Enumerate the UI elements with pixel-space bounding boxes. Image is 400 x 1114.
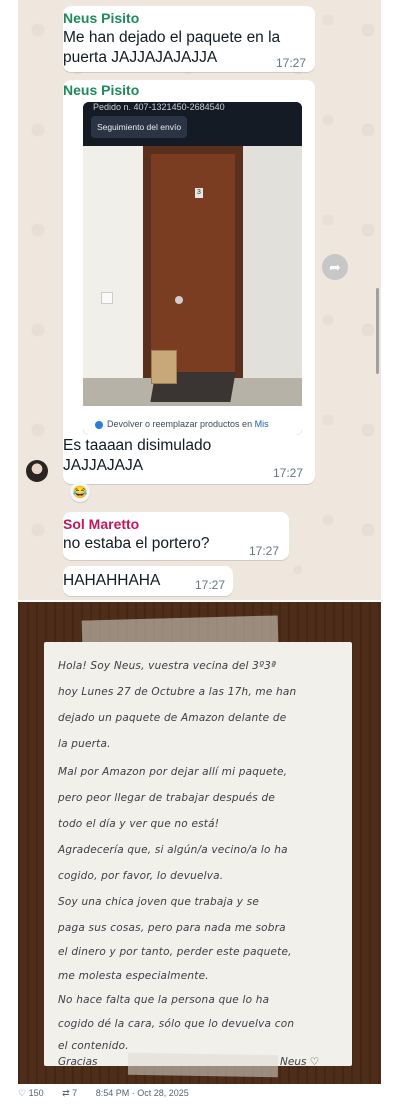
message-text: no estaba el portero? [63, 535, 210, 552]
sender-name: Sol Maretto [63, 516, 140, 532]
note-line: No hace falta que la persona que lo ha [58, 994, 270, 1006]
info-icon [95, 421, 103, 429]
scrollbar[interactable] [376, 288, 379, 374]
shared-photo[interactable]: Pedido n. 407-1321450-2684540 Seguimient… [83, 102, 302, 435]
message-line: Es taaaan disimulado [63, 437, 212, 454]
wall [241, 146, 302, 406]
message-bubble: HAHAHHAHA 17:27 [63, 566, 233, 596]
footer-link: Mis [254, 419, 269, 429]
wall [83, 146, 145, 406]
tweet-timestamp: 8:54 PM · Oct 28, 2025 [95, 1088, 189, 1098]
laughing-emoji-reaction[interactable]: 😂 [70, 482, 90, 502]
door [151, 154, 235, 376]
tweet-footer: ♡ 150 ⇄ 7 8:54 PM · Oct 28, 2025 [18, 1088, 381, 1106]
sender-name: Neus Pisito [63, 82, 140, 98]
chat-screenshot: Neus Pisito Me han dejado el paquete en … [18, 0, 381, 600]
repost-count-value: 7 [72, 1088, 78, 1098]
message-time: 17:27 [195, 578, 226, 592]
note-signature: Neus ♡ [280, 1056, 320, 1068]
door-number: 3 [195, 188, 203, 198]
door-knob [175, 296, 183, 304]
avatar[interactable] [26, 460, 48, 482]
message-bubble: Sol Maretto no estaba el portero? 17:27 [63, 512, 289, 560]
note-line: todo el día y ver que no está! [58, 818, 220, 830]
message-time: 17:27 [276, 56, 307, 70]
note-line: paga sus cosas, pero para nada me sobra [58, 922, 286, 934]
handwritten-note: Hola! Soy Neus, vuestra vecina del 3º3ª … [44, 642, 352, 1068]
message-line: Me han dejado el paquete en la [63, 29, 281, 46]
note-line: Agradecería que, si algún/a vecino/a lo … [58, 844, 288, 856]
track-shipment-button: Seguimiento del envío [91, 116, 187, 138]
note-line: el dinero y por tanto, perder este paque… [58, 946, 292, 958]
message-time: 17:27 [273, 466, 304, 480]
message-text: Es taaaan disimulado JAJJAJAJA [63, 436, 211, 476]
note-line: Soy una chica joven que trabaja y se [58, 896, 260, 908]
light-switch [101, 292, 113, 304]
message-text: Me han dejado el paquete en la puerta JA… [63, 28, 280, 68]
note-line: la puerta. [58, 738, 111, 750]
tape [127, 1052, 279, 1078]
note-photo: Hola! Soy Neus, vuestra vecina del 3º3ª … [18, 602, 381, 1084]
door-photo: 3 [83, 146, 302, 406]
note-line: pero peor llegar de trabajar después de [58, 792, 276, 804]
photo-footer: Devolver o reemplazar productos en Mis [83, 406, 302, 435]
image-message-bubble: Neus Pisito Pedido n. 407-1321450-268454… [63, 80, 315, 484]
footer-text: Devolver o reemplazar productos en Mis [107, 419, 269, 429]
note-line: Mal por Amazon por dejar allí mi paquete… [58, 766, 288, 778]
note-closing: Gracias [58, 1056, 98, 1068]
note-line: me molesta especialmente. [58, 970, 209, 982]
tweet-media-frame: Neus Pisito Me han dejado el paquete en … [0, 0, 400, 1114]
note-line: Hola! Soy Neus, vuestra vecina del 3º3ª [58, 660, 277, 672]
like-count[interactable]: ♡ 150 [18, 1088, 52, 1098]
note-line: hoy Lunes 27 de Octubre a las 17h, me ha… [58, 686, 297, 698]
message-line: JAJJAJAJA [63, 457, 144, 474]
note-line: dejado un paquete de Amazon delante de [58, 712, 287, 724]
repost-count[interactable]: ⇄ 7 [62, 1088, 85, 1098]
footer-label: Devolver o reemplazar productos en [107, 419, 255, 429]
note-line: el contenido. [58, 1040, 129, 1052]
message-line: puerta JAJJAJAJAJJA [63, 49, 218, 66]
package-bag [151, 350, 177, 384]
photo-header: Pedido n. 407-1321450-2684540 Seguimient… [83, 102, 302, 146]
order-number: Pedido n. 407-1321450-2684540 [93, 102, 225, 112]
message-text: HAHAHHAHA [63, 572, 161, 589]
note-line: cogido dé la cara, sólo que lo devuelva … [58, 1018, 295, 1030]
forward-arrow-icon[interactable]: ➦ [322, 254, 348, 280]
sender-name: Neus Pisito [63, 10, 140, 26]
message-time: 17:27 [249, 544, 280, 558]
like-count-value: 150 [28, 1088, 44, 1098]
note-line: cogido, por favor, lo devuelva. [58, 870, 224, 882]
message-bubble: Neus Pisito Me han dejado el paquete en … [63, 6, 315, 72]
